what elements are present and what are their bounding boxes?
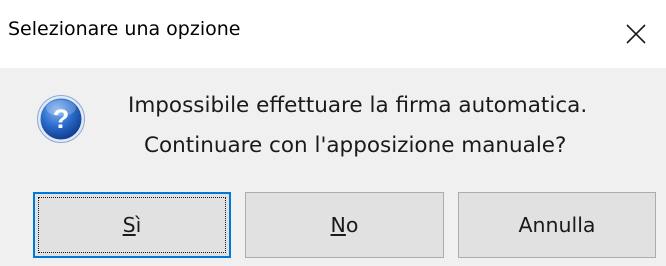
message-line-1: Impossibile effettuare la firma automati…: [128, 93, 588, 118]
no-button[interactable]: No: [245, 192, 444, 258]
message-text: Impossibile effettuare la firma automati…: [128, 86, 587, 166]
yes-label: Sì: [123, 213, 142, 237]
title-bar[interactable]: Selezionare una opzione: [0, 0, 666, 68]
no-label-rest: o: [345, 213, 359, 237]
yes-button[interactable]: Sì: [33, 192, 231, 258]
no-label: No: [331, 213, 359, 237]
close-button[interactable]: [606, 0, 666, 68]
window-title: Selezionare una opzione: [8, 18, 241, 40]
dialog-body: ? Impossibile effettuare la firma automa…: [0, 68, 666, 266]
message-dialog: Selezionare una opzione ? Impossibile ef…: [0, 0, 666, 266]
no-mnemonic: N: [330, 213, 346, 237]
question-icon: ?: [37, 95, 85, 143]
svg-text:?: ?: [53, 104, 70, 134]
message-line-2: Continuare con l'apposizione manuale?: [144, 133, 567, 158]
cancel-label: Annulla: [518, 213, 596, 237]
yes-label-rest: ì: [135, 213, 142, 237]
yes-mnemonic: S: [122, 213, 136, 237]
close-icon: [626, 24, 646, 44]
cancel-button[interactable]: Annulla: [458, 192, 656, 258]
